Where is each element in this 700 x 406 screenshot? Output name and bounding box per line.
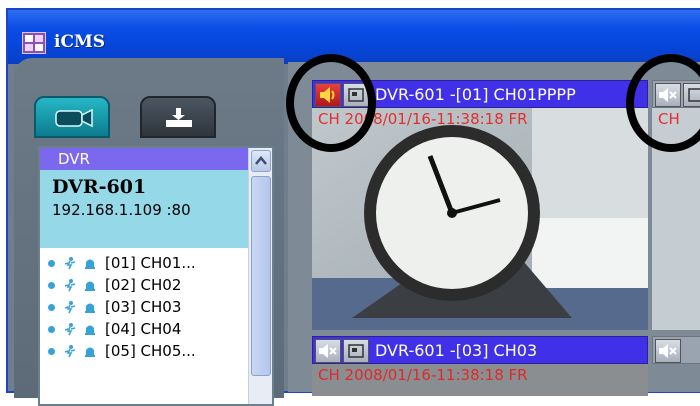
list-scrollbar[interactable] <box>248 148 272 404</box>
status-dot-icon <box>48 281 55 289</box>
audio-button[interactable] <box>655 339 681 363</box>
alarm-icon <box>85 303 95 313</box>
highlight-circle <box>286 54 376 152</box>
clock-camera-image <box>312 108 648 330</box>
title-bar[interactable]: iCMS <box>8 10 700 64</box>
channel-item[interactable]: [04] CH04 <box>48 318 248 340</box>
tab-live-view[interactable] <box>34 96 110 138</box>
status-dot-icon <box>48 347 55 355</box>
tile-title: DVR-601 -[03] CH03 <box>375 341 538 360</box>
dvr-list-header: DVR <box>40 148 248 170</box>
alarm-icon <box>85 347 95 357</box>
video-tile[interactable] <box>652 336 700 396</box>
channel-item[interactable]: [01] CH01... <box>48 252 248 274</box>
tab-playback[interactable] <box>140 96 216 138</box>
tile-title-bar: DVR-601 -[03] CH03 <box>312 336 648 364</box>
device-panel: DVR DVR-601 192.168.1.109 :80 [01] CH01.… <box>14 58 284 406</box>
dvr-list: DVR DVR-601 192.168.1.109 :80 [01] CH01.… <box>38 146 274 406</box>
motion-icon <box>64 323 76 336</box>
video-tile[interactable]: DVR-601 -[03] CH03 CH 2008/01/16-11:38:1… <box>312 336 648 396</box>
channel-label: [02] CH02 <box>105 276 182 294</box>
dvr-item-selected[interactable]: DVR-601 192.168.1.109 :80 <box>40 170 248 248</box>
motion-icon <box>64 301 76 314</box>
dvr-name: DVR-601 <box>52 176 147 198</box>
video-camera-icon <box>55 108 93 128</box>
alarm-icon <box>85 325 95 335</box>
motion-icon <box>64 345 76 358</box>
scroll-thumb[interactable] <box>251 176 271 376</box>
timestamp-overlay: CH 2008/01/16-11:38:18 FR <box>318 366 528 384</box>
chevron-up-icon <box>255 156 267 165</box>
channel-label: [03] CH03 <box>105 298 182 316</box>
audio-button[interactable] <box>315 339 341 363</box>
channel-label: [04] CH04 <box>105 320 182 338</box>
scroll-up-button[interactable] <box>251 150 271 172</box>
alarm-icon <box>85 259 95 269</box>
video-feed: CH 2008/01/16-11:38:18 FR <box>312 364 648 396</box>
speaker-muted-icon <box>319 344 337 358</box>
window-icon <box>348 344 364 358</box>
tile-title-bar <box>652 336 700 364</box>
status-dot-icon <box>48 303 55 311</box>
channel-label: [05] CH05... <box>105 342 196 360</box>
playback-icon <box>166 108 192 127</box>
alarm-icon <box>85 281 95 291</box>
dvr-address: 192.168.1.109 :80 <box>52 201 191 219</box>
channel-item[interactable]: [05] CH05... <box>48 340 248 362</box>
window-title: iCMS <box>54 32 106 52</box>
tile-title: DVR-601 -[01] CH01PPPP <box>375 85 576 104</box>
status-dot-icon <box>48 325 55 333</box>
motion-icon <box>64 279 76 292</box>
channel-label: [01] CH01... <box>105 254 196 272</box>
snapshot-button[interactable] <box>343 339 369 363</box>
channel-item[interactable]: [02] CH02 <box>48 274 248 296</box>
app-icon <box>22 32 46 54</box>
channel-item[interactable]: [03] CH03 <box>48 296 248 318</box>
video-feed: CH 2008/01/16-11:38:18 FR <box>312 108 648 330</box>
status-dot-icon <box>48 259 55 267</box>
motion-icon <box>64 257 76 270</box>
speaker-muted-icon <box>659 344 677 358</box>
